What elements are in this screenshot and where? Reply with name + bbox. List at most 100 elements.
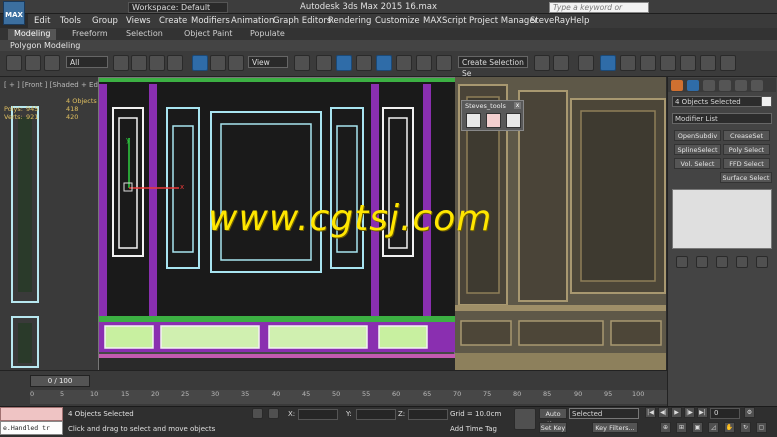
tab-selection[interactable]: Selection [126,29,163,38]
menu-animation[interactable]: Animation [231,16,274,26]
menu-edit[interactable]: Edit [34,16,50,26]
z-coordinate-field[interactable] [408,409,448,420]
layer-explorer-icon[interactable] [578,55,594,71]
hierarchy-tab-icon[interactable] [703,80,715,91]
menu-steveray[interactable]: SteveRay [530,16,570,26]
window-crossing-icon[interactable] [167,55,183,71]
goto-end-icon[interactable]: ▶| [697,407,708,418]
edit-named-sets-icon[interactable] [436,55,452,71]
menu-rendering[interactable]: Rendering [328,16,371,26]
tool-icon[interactable] [486,113,501,128]
ffd-select-button[interactable]: FFD Select [723,158,770,169]
y-coordinate-field[interactable] [356,409,396,420]
select-object-icon[interactable] [113,55,129,71]
create-tab-icon[interactable] [671,80,683,91]
surface-select-button[interactable]: Surface Select [720,172,772,183]
curve-editor-icon[interactable] [620,55,636,71]
selection-filter-dropdown[interactable]: All [66,56,108,68]
show-end-result-icon[interactable] [696,256,708,268]
search-input[interactable]: Type a keyword or phrase [549,2,649,22]
mirror-icon[interactable] [534,55,550,71]
ref-coord-dropdown[interactable]: View [248,56,288,68]
select-by-name-icon[interactable] [131,55,147,71]
object-color-swatch[interactable] [761,96,772,107]
zoom-all-icon[interactable]: ⊞ [676,422,687,433]
maximize-viewport-icon[interactable]: ▢ [756,422,767,433]
selection-name-field[interactable]: 4 Objects Selected [672,96,772,107]
app-logo-button[interactable]: MAX [3,1,25,25]
x-coordinate-field[interactable] [298,409,338,420]
poly-select-button[interactable]: Poly Select [723,144,770,155]
key-filter-dropdown[interactable]: Selected [569,408,639,419]
remove-modifier-icon[interactable] [736,256,748,268]
manipulate-icon[interactable] [316,55,332,71]
rect-selection-icon[interactable] [149,55,165,71]
modify-tab-icon[interactable] [687,80,699,91]
align-icon[interactable] [553,55,569,71]
unlink-icon[interactable] [25,55,41,71]
goto-start-icon[interactable]: |◀ [645,407,656,418]
lock-selection-icon[interactable] [252,408,263,419]
creaseset-button[interactable]: CreaseSet [723,130,770,141]
schematic-view-icon[interactable] [640,55,656,71]
auto-key-button[interactable]: Auto Key [539,408,567,428]
set-key-icon[interactable] [514,408,536,430]
select-rotate-icon[interactable] [210,55,226,71]
menu-project-manager[interactable]: Project Manager [469,16,538,26]
key-filters-button[interactable]: Key Filters... [592,422,638,433]
link-icon[interactable] [6,55,22,71]
zoom-extents-icon[interactable]: ▣ [692,422,703,433]
named-selection-dropdown[interactable]: Create Selection Se [458,56,528,78]
render-production-icon[interactable] [720,55,736,71]
tab-object-paint[interactable]: Object Paint [184,29,232,38]
maxscript-listener-input[interactable] [0,407,63,421]
keyboard-shortcut-icon[interactable] [336,55,352,71]
track-bar[interactable]: 0 5 10 15 20 25 30 35 40 45 50 55 60 65 … [30,390,667,404]
orbit-icon[interactable]: ↻ [740,422,751,433]
graphite-toolbar-icon[interactable] [600,55,616,71]
menu-graph-editors[interactable]: Graph Editors [273,16,331,26]
utilities-tab-icon[interactable] [751,80,763,91]
next-frame-icon[interactable]: |▶ [684,407,695,418]
polygon-modeling-label[interactable]: Polygon Modeling [10,41,80,50]
select-scale-icon[interactable] [228,55,244,71]
menu-group[interactable]: Group [92,16,118,26]
modifier-stack[interactable] [672,189,772,249]
time-config-icon[interactable]: ⚙ [744,407,755,418]
workspace-dropdown[interactable]: Workspace: Default [128,2,228,13]
display-tab-icon[interactable] [735,80,747,91]
menu-customize[interactable]: Customize [375,16,420,26]
add-time-tag-button[interactable]: Add Time Tag [450,425,497,433]
cursor-tool-icon[interactable] [466,113,481,128]
material-editor-icon[interactable] [660,55,676,71]
pan-view-icon[interactable]: ✋ [724,422,735,433]
steves-tools-panel[interactable]: Steves_tools x [461,100,524,131]
make-unique-icon[interactable] [716,256,728,268]
menu-tools[interactable]: Tools [60,16,81,26]
zoom-icon[interactable]: ⊕ [660,422,671,433]
pin-stack-icon[interactable] [676,256,688,268]
time-slider[interactable]: 0 / 100 [30,375,90,387]
absolute-mode-icon[interactable] [268,408,279,419]
rendered-frame-icon[interactable] [700,55,716,71]
field-of-view-icon[interactable]: ◿ [708,422,719,433]
menu-maxscript[interactable]: MAXScript [423,16,467,26]
select-move-icon[interactable] [192,55,208,71]
menu-views[interactable]: Views [126,16,151,26]
play-icon[interactable]: ▶ [671,407,682,418]
opensubdiv-button[interactable]: OpenSubdiv [674,130,721,141]
configure-modifier-sets-icon[interactable] [756,256,768,268]
maxscript-listener-output[interactable]: e.Handled tr [0,421,63,435]
tab-freeform[interactable]: Freeform [72,29,108,38]
set-key-button[interactable]: Set Key [539,422,567,433]
render-setup-icon[interactable] [680,55,696,71]
menu-help[interactable]: Help [570,16,589,26]
angle-snap-icon[interactable] [376,55,392,71]
menu-create[interactable]: Create [159,16,187,26]
menu-modifiers[interactable]: Modifiers [191,16,230,26]
previous-frame-icon[interactable]: ◀| [658,407,669,418]
person-tool-icon[interactable] [506,113,521,128]
tab-modeling[interactable]: Modeling [8,29,57,40]
current-frame-field[interactable]: 0 [710,408,740,419]
pivot-center-icon[interactable] [294,55,310,71]
